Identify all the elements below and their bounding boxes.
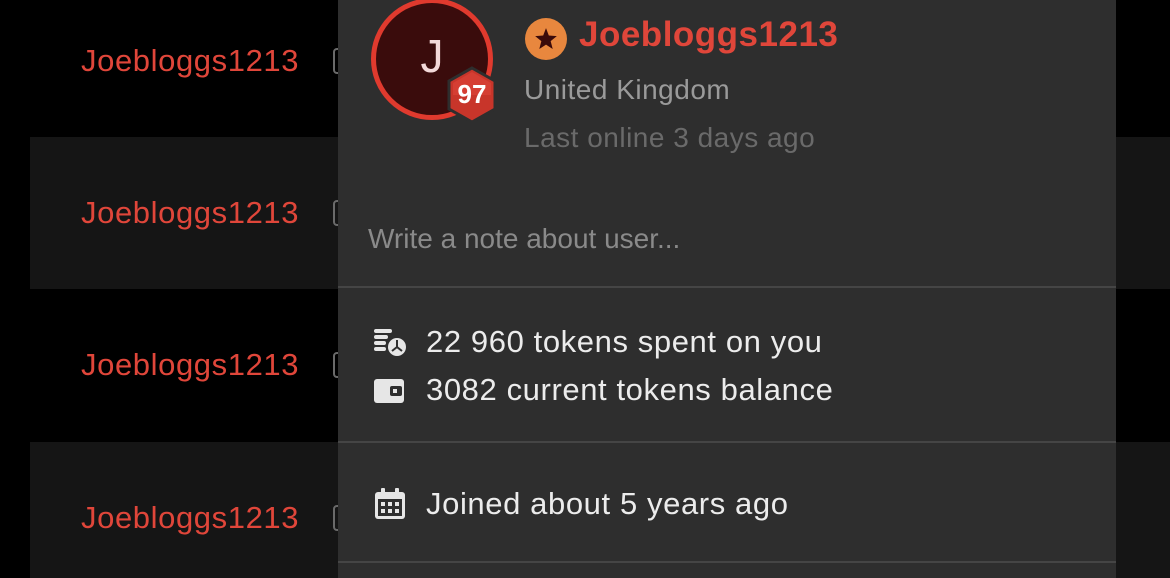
user-profile-card: J 97 Joebloggs1213 United Kingdom Last o… (338, 0, 1116, 578)
tokens-balance-text: 3082 current tokens balance (426, 372, 834, 407)
coins-icon (372, 324, 408, 360)
list-item-username[interactable]: Joebloggs1213 (81, 500, 299, 536)
list-item-username[interactable]: Joebloggs1213 (81, 347, 299, 383)
calendar-icon (372, 486, 408, 522)
profile-username: Joebloggs1213 (579, 15, 839, 54)
list-item-username[interactable]: Joebloggs1213 (81, 43, 299, 79)
tokens-spent-text: 22 960 tokens spent on you (426, 324, 823, 359)
star-icon (525, 18, 567, 60)
user-note-input[interactable] (368, 215, 1068, 263)
joined-text: Joined about 5 years ago (426, 486, 789, 521)
last-online-status: Last online 3 days ago (524, 122, 816, 153)
tokens-balance-row: 3082 current tokens balance (372, 370, 833, 410)
level-badge: 97 (445, 66, 499, 124)
joined-row: Joined about 5 years ago (372, 484, 789, 524)
divider (338, 561, 1116, 563)
divider (338, 441, 1116, 443)
wallet-icon (372, 372, 408, 408)
tokens-spent-row: 22 960 tokens spent on you (372, 322, 823, 362)
level-number: 97 (457, 79, 487, 109)
divider (338, 286, 1116, 288)
list-item-username[interactable]: Joebloggs1213 (81, 195, 299, 231)
page: Joebloggs1213 Joebloggs1213 Joebloggs121… (0, 0, 1170, 578)
profile-country: United Kingdom (524, 74, 731, 105)
